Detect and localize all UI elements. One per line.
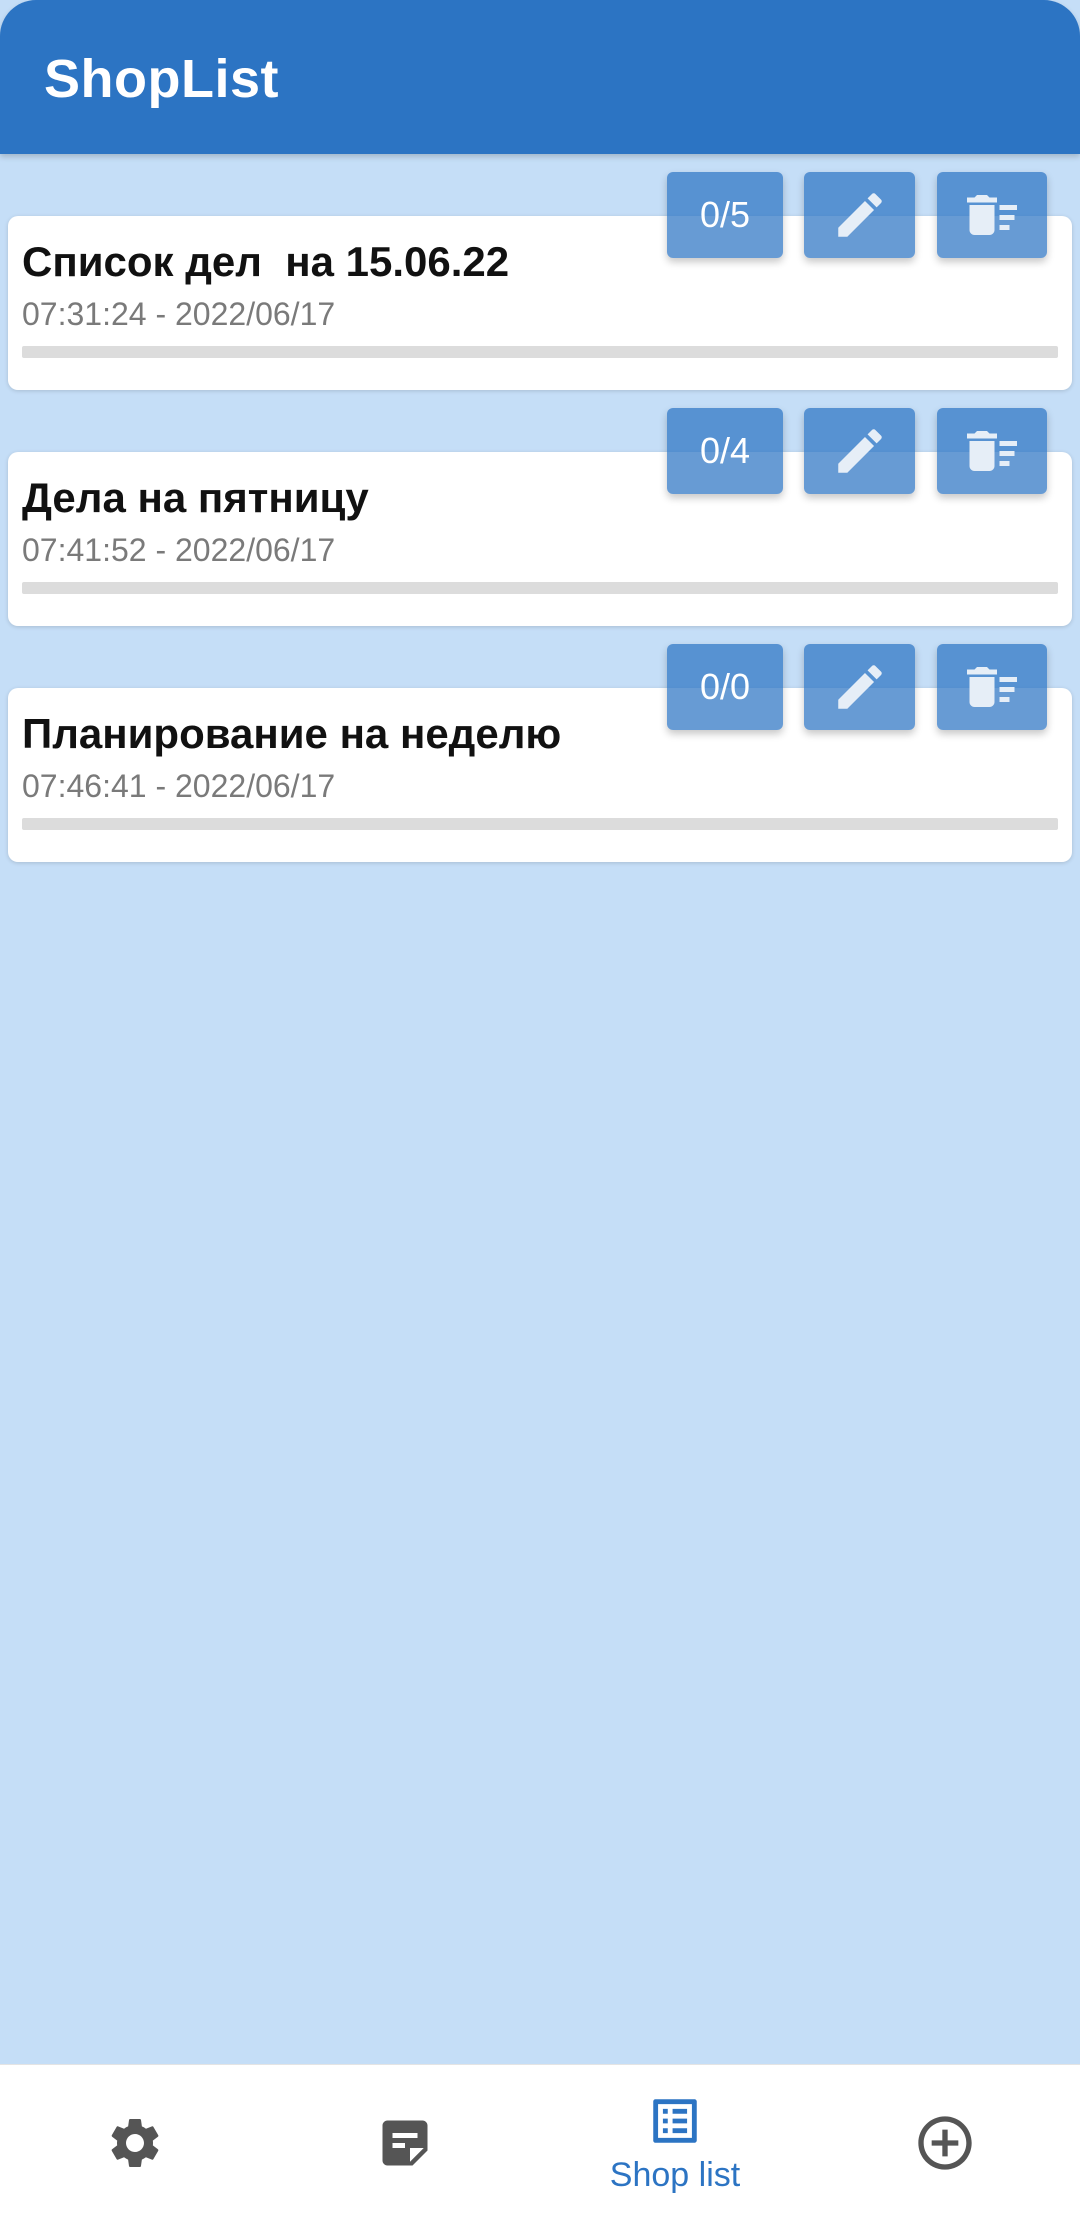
- edit-button[interactable]: [804, 644, 915, 730]
- delete-button[interactable]: [937, 644, 1047, 730]
- progress-bar: [22, 582, 1058, 594]
- item-count-badge: 0/0: [667, 644, 783, 730]
- gear-icon: [111, 2119, 159, 2167]
- pencil-icon: [837, 193, 882, 237]
- delete-button[interactable]: [937, 408, 1047, 494]
- list-item: Список дел на 15.06.22 07:31:24 - 2022/0…: [0, 154, 1080, 390]
- list-item: Дела на пятницу 07:41:52 - 2022/06/17 0/…: [0, 390, 1080, 626]
- list-timestamp: 07:31:24 - 2022/06/17: [22, 296, 336, 332]
- item-count-badge: 0/5: [667, 172, 783, 258]
- add-circle-icon: [918, 2116, 972, 2170]
- nav-item-notes[interactable]: [270, 2065, 540, 2220]
- progress-bar: [22, 818, 1058, 830]
- item-count-badge: 0/4: [667, 408, 783, 494]
- list-item: Планирование на неделю 07:46:41 - 2022/0…: [0, 626, 1080, 862]
- pencil-icon: [837, 429, 882, 473]
- progress-bar: [22, 346, 1058, 358]
- nav-item-shop-list[interactable]: Shop list: [540, 2065, 810, 2220]
- list-icon: [653, 2098, 697, 2143]
- list-timestamp: 07:41:52 - 2022/06/17: [22, 532, 336, 568]
- nav-item-add[interactable]: [810, 2065, 1080, 2220]
- delete-sweep-icon: [967, 667, 1017, 707]
- delete-sweep-icon: [967, 195, 1017, 235]
- delete-sweep-icon: [967, 431, 1017, 471]
- nav-item-settings[interactable]: [0, 2065, 270, 2220]
- list-title: Список дел на 15.06.22: [22, 238, 510, 285]
- edit-button[interactable]: [804, 172, 915, 258]
- list-title: Дела на пятницу: [22, 474, 369, 521]
- note-icon: [382, 2120, 428, 2166]
- bottom-navigation: Shop list: [0, 2064, 1080, 2220]
- nav-label-shop-list: Shop list: [609, 2155, 741, 2194]
- list-timestamp: 07:46:41 - 2022/06/17: [22, 768, 336, 804]
- list-title: Планирование на неделю: [22, 710, 562, 757]
- pencil-icon: [837, 665, 882, 709]
- delete-button[interactable]: [937, 172, 1047, 258]
- edit-button[interactable]: [804, 408, 915, 494]
- app-title: ShopList: [44, 49, 279, 109]
- app-bar: ShopList: [0, 0, 1080, 154]
